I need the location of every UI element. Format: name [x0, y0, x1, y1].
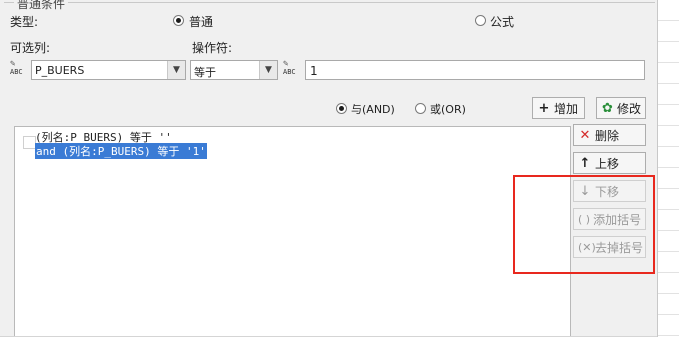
modify-button-label: 修改 — [616, 101, 641, 116]
annotation-highlight-box — [513, 175, 655, 274]
column-select-value: P_BUERS — [35, 64, 85, 77]
plus-icon: + — [538, 100, 550, 116]
modify-button[interactable]: ✿ 修改 — [596, 97, 646, 119]
background-sheet-grid — [657, 0, 679, 337]
type-formula-radio[interactable] — [475, 15, 486, 26]
filter-dialog: 普通条件 类型: 普通 公式 可选列: 操作符: ✎ ABC P_BUERS ▼ … — [0, 0, 657, 337]
move-up-button[interactable]: ↑ 上移 — [573, 152, 646, 174]
or-label[interactable]: 或(OR) — [430, 101, 466, 117]
delete-button[interactable]: ✕ 删除 — [573, 124, 646, 146]
type-formula-label[interactable]: 公式 — [490, 13, 514, 30]
type-normal-label[interactable]: 普通 — [189, 13, 213, 30]
and-radio[interactable] — [336, 103, 347, 114]
operator-label: 操作符: — [192, 41, 233, 55]
delete-button-label: 删除 — [595, 128, 620, 143]
add-button-label: 增加 — [554, 101, 579, 116]
condition-list[interactable]: (列名:P_BUERS) 等于 '' and (列名:P_BUERS) 等于 '… — [14, 126, 571, 337]
value-input[interactable]: 1 — [305, 60, 645, 80]
move-up-button-label: 上移 — [595, 156, 620, 171]
group-title: 普通条件 — [14, 0, 69, 12]
or-radio[interactable] — [415, 103, 426, 114]
add-button[interactable]: + 增加 — [532, 97, 585, 119]
arrow-up-icon: ↑ — [579, 155, 591, 171]
abc-field-icon: ✎ ABC — [10, 59, 23, 76]
condition-row-selected[interactable]: and (列名:P_BUERS) 等于 '1' — [35, 143, 207, 159]
operator-select-value: 等于 — [194, 66, 216, 79]
abc-field-icon[interactable]: ✎ ABC — [283, 60, 303, 78]
columns-label: 可选列: — [10, 41, 51, 55]
value-input-text: 1 — [310, 64, 318, 78]
chevron-down-icon[interactable]: ▼ — [167, 61, 185, 79]
type-normal-radio[interactable] — [173, 15, 184, 26]
x-icon: ✕ — [579, 127, 591, 143]
chevron-down-icon[interactable]: ▼ — [259, 61, 277, 79]
and-label[interactable]: 与(AND) — [351, 101, 395, 117]
operator-select[interactable]: 等于 ▼ — [190, 60, 278, 80]
type-label: 类型: — [10, 15, 39, 29]
column-select[interactable]: P_BUERS ▼ — [31, 60, 186, 80]
edit-icon: ✿ — [602, 100, 613, 116]
